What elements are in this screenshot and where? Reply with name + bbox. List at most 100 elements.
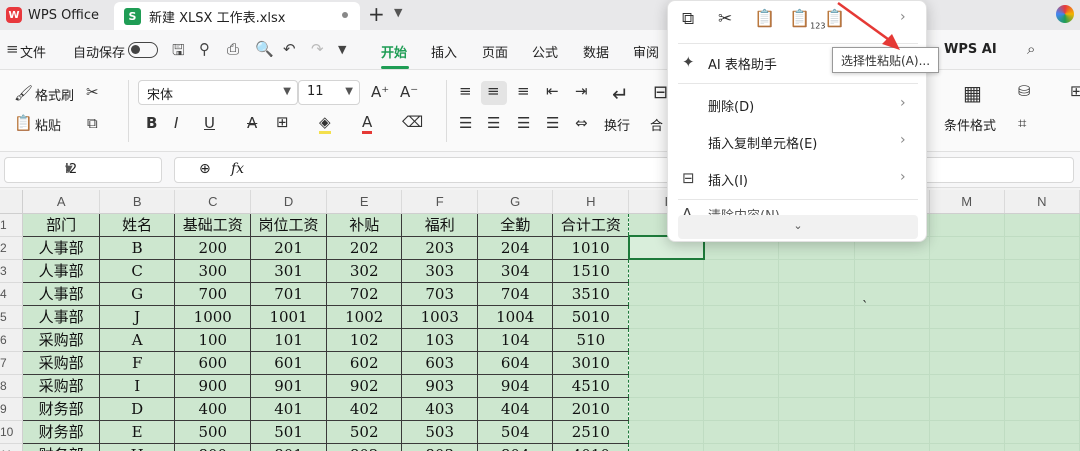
autosave-toggle[interactable] — [128, 42, 158, 58]
empty-cell[interactable] — [929, 443, 1005, 451]
fx-icon[interactable]: fx — [231, 161, 244, 177]
undo-icon[interactable]: ↶ — [283, 40, 296, 58]
header-cell[interactable]: 全勤 — [476, 212, 554, 237]
data-cell[interactable]: 900 — [174, 373, 252, 398]
format-painter-icon[interactable]: 🖌 — [14, 84, 33, 102]
empty-cell[interactable] — [1004, 305, 1080, 329]
empty-cell[interactable] — [929, 397, 1005, 421]
quick-access-chevron-icon[interactable]: ▼ — [338, 43, 346, 56]
search-icon[interactable]: ⌕ — [1027, 40, 1035, 58]
data-cell[interactable]: 102 — [325, 327, 403, 352]
align-middle-icon[interactable]: ≡ — [487, 82, 500, 100]
empty-cell[interactable] — [854, 328, 930, 352]
row-header[interactable]: 2 — [0, 236, 24, 260]
data-cell[interactable]: 采购部 — [22, 350, 100, 375]
menu-page[interactable]: 页面 — [482, 42, 508, 61]
data-cell[interactable]: 503 — [401, 419, 478, 444]
menu-insert-copied[interactable]: 插入复制单元格(E) › — [668, 124, 928, 160]
data-cell[interactable]: 人事部 — [22, 235, 100, 260]
data-cell[interactable]: E — [98, 419, 176, 444]
paste-icon[interactable]: 📋 — [14, 114, 33, 132]
header-cell[interactable]: 福利 — [401, 212, 478, 237]
data-cell[interactable]: 703 — [401, 281, 478, 306]
menu-insert[interactable]: 插入 — [431, 42, 457, 61]
cell-style-icon[interactable]: ⛁ — [1018, 82, 1031, 100]
data-cell[interactable]: 人事部 — [22, 281, 100, 306]
empty-cell[interactable] — [778, 328, 855, 352]
row-header[interactable]: 8 — [0, 374, 24, 398]
format-painter-label[interactable]: 格式刷 — [35, 85, 74, 104]
cut-icon[interactable]: ✂ — [718, 9, 732, 29]
row-header[interactable]: 6 — [0, 328, 24, 352]
empty-cell[interactable] — [1004, 374, 1080, 398]
data-cell[interactable]: 802 — [325, 442, 403, 451]
data-cell[interactable]: 301 — [250, 258, 327, 283]
empty-cell[interactable] — [929, 259, 1005, 283]
increase-indent-icon[interactable]: ⇥ — [575, 82, 588, 100]
empty-cell[interactable] — [778, 374, 855, 398]
empty-cell[interactable] — [628, 443, 705, 451]
decrease-indent-icon[interactable]: ⇤ — [546, 82, 559, 100]
header-cell[interactable]: 合计工资 — [552, 212, 630, 237]
row-header[interactable]: 3 — [0, 259, 24, 283]
data-cell[interactable]: 202 — [325, 235, 403, 260]
data-cell[interactable]: 304 — [476, 258, 554, 283]
save-icon[interactable]: 🖫 — [172, 40, 185, 65]
empty-cell[interactable] — [854, 259, 930, 283]
row-header[interactable]: 9 — [0, 397, 24, 421]
empty-cell[interactable] — [703, 420, 780, 444]
font-size-select[interactable]: 11 ▼ — [298, 80, 360, 105]
name-box[interactable]: I2 ▼ — [4, 157, 162, 183]
data-cell[interactable]: 401 — [250, 396, 327, 421]
more-icon[interactable]: ⊞ — [1070, 82, 1080, 100]
data-cell[interactable]: 902 — [325, 373, 403, 398]
share-icon[interactable]: ⚲ — [199, 40, 210, 58]
data-cell[interactable]: 4010 — [552, 442, 630, 451]
print-preview-icon[interactable]: 🔍 — [255, 40, 274, 58]
data-cell[interactable]: 904 — [476, 373, 554, 398]
underline-icon[interactable]: U — [204, 114, 215, 132]
border-icon[interactable]: ⊞ — [276, 113, 289, 131]
tab-chevron-down-icon[interactable]: ▼ — [394, 6, 402, 19]
tab-active-file[interactable]: S 新建 XLSX 工作表.xlsx — [114, 2, 360, 30]
menu-insert[interactable]: ⊟ 插入(I) › — [668, 161, 928, 197]
data-cell[interactable]: 200 — [174, 235, 252, 260]
empty-cell[interactable] — [628, 259, 705, 283]
data-cell[interactable]: 404 — [476, 396, 554, 421]
row-header[interactable]: 7 — [0, 351, 24, 375]
empty-cell[interactable] — [929, 374, 1005, 398]
data-cell[interactable]: 500 — [174, 419, 252, 444]
empty-cell[interactable] — [628, 328, 705, 352]
data-cell[interactable]: 1000 — [174, 304, 252, 329]
empty-cell[interactable] — [703, 443, 780, 451]
column-header-n[interactable]: N — [1004, 190, 1080, 214]
align-left-icon[interactable]: ☰ — [459, 114, 472, 132]
data-cell[interactable]: 704 — [476, 281, 554, 306]
print-icon[interactable]: ⎙ — [227, 40, 239, 58]
header-cell[interactable]: 基础工资 — [174, 212, 252, 237]
font-color-icon[interactable]: A — [362, 113, 373, 134]
empty-cell[interactable] — [1004, 236, 1080, 260]
data-cell[interactable]: 204 — [476, 235, 554, 260]
data-cell[interactable]: 501 — [250, 419, 327, 444]
data-cell[interactable]: 303 — [401, 258, 478, 283]
empty-cell[interactable] — [929, 213, 1005, 237]
data-cell[interactable]: 2010 — [552, 396, 630, 421]
align-bottom-icon[interactable]: ≡ — [517, 82, 530, 100]
empty-cell[interactable] — [929, 305, 1005, 329]
row-header[interactable]: 5 — [0, 305, 24, 329]
row-header[interactable]: 1 — [0, 213, 24, 237]
column-header-b[interactable]: B — [99, 190, 176, 214]
data-cell[interactable]: 601 — [250, 350, 327, 375]
data-cell[interactable]: 700 — [174, 281, 252, 306]
data-cell[interactable]: 400 — [174, 396, 252, 421]
account-icon[interactable] — [1056, 5, 1074, 23]
data-cell[interactable]: C — [98, 258, 176, 283]
data-cell[interactable]: 2510 — [552, 419, 630, 444]
empty-cell[interactable] — [929, 282, 1005, 306]
empty-cell[interactable] — [929, 328, 1005, 352]
data-cell[interactable]: 510 — [552, 327, 630, 352]
data-cell[interactable]: 5010 — [552, 304, 630, 329]
data-cell[interactable]: 903 — [401, 373, 478, 398]
menu-start[interactable]: 开始 — [381, 42, 407, 61]
